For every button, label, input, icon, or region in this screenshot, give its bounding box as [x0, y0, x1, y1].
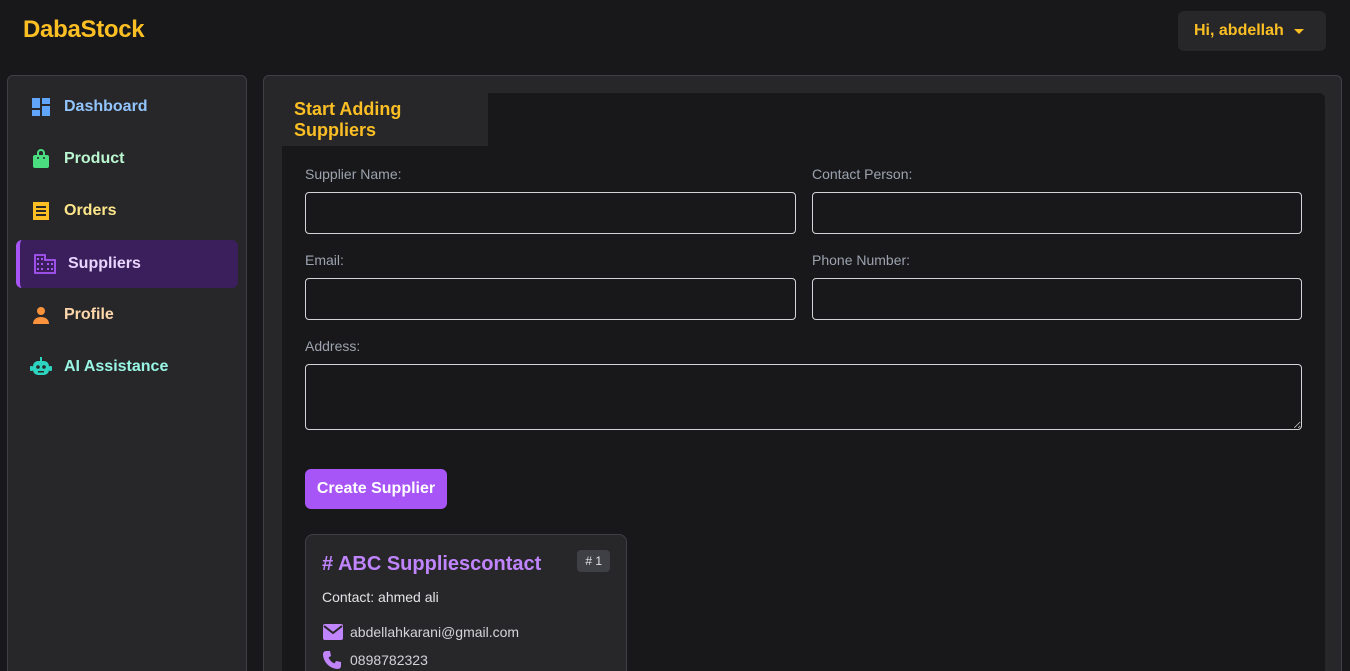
phone-number-input[interactable] — [812, 278, 1302, 320]
supplier-card-email: abdellahkarani@gmail.com — [350, 624, 520, 640]
chevron-down-icon — [1294, 29, 1304, 34]
sidebar-item-profile[interactable]: Profile — [16, 291, 238, 339]
phone-number-label: Phone Number: — [812, 252, 911, 268]
brand-logo[interactable]: DabaStock — [23, 16, 145, 44]
supplier-name-label: Supplier Name: — [305, 166, 402, 182]
create-supplier-button[interactable]: Create Supplier — [305, 469, 447, 509]
supplier-card-badge: # 1 — [577, 550, 610, 572]
sidebar-item-label: Product — [64, 150, 125, 167]
sidebar-item-label: Profile — [64, 306, 114, 323]
dashboard-icon — [30, 96, 52, 118]
contact-person-label: Contact Person: — [812, 166, 913, 182]
mail-icon — [322, 622, 344, 642]
email-label: Email: — [305, 252, 344, 268]
receipt-icon — [30, 200, 52, 222]
robot-icon — [30, 356, 52, 378]
building-icon — [34, 253, 56, 275]
supplier-card-email-row: abdellahkarani@gmail.com — [322, 622, 519, 642]
sidebar-item-product[interactable]: Product — [16, 135, 238, 183]
supplier-card-title: # ABC Suppliescontact — [322, 553, 542, 575]
sidebar-item-label: Dashboard — [64, 98, 148, 115]
user-greeting: Hi, abdellah — [1194, 22, 1284, 39]
email-input[interactable] — [305, 278, 796, 320]
supplier-card-contact: Contact: ahmed ali — [322, 589, 439, 605]
sidebar-item-ai-assistance[interactable]: AI Assistance — [16, 343, 238, 391]
person-icon — [30, 304, 52, 326]
sidebar-item-label: AI Assistance — [64, 358, 169, 375]
address-textarea[interactable] — [305, 364, 1302, 430]
supplier-card[interactable]: # ABC Suppliescontact # 1 Contact: ahmed… — [305, 534, 627, 671]
supplier-form-panel: Start Adding Suppliers Supplier Name: Co… — [282, 93, 1325, 671]
sidebar-item-label: Orders — [64, 202, 117, 219]
main-content: Start Adding Suppliers Supplier Name: Co… — [263, 75, 1342, 671]
supplier-name-input[interactable] — [305, 192, 796, 234]
supplier-card-phone-row: 0898782323 — [322, 650, 428, 670]
sidebar-item-dashboard[interactable]: Dashboard — [16, 83, 238, 131]
sidebar-item-orders[interactable]: Orders — [16, 187, 238, 235]
shopping-bag-icon — [30, 148, 52, 170]
panel-title: Start Adding Suppliers — [282, 93, 488, 146]
supplier-card-phone: 0898782323 — [350, 652, 428, 668]
user-menu-button[interactable]: Hi, abdellah — [1178, 11, 1326, 51]
contact-person-input[interactable] — [812, 192, 1302, 234]
address-label: Address: — [305, 338, 361, 354]
sidebar: Dashboard Product Orders Suppliers Profi… — [7, 75, 247, 671]
sidebar-item-label: Suppliers — [68, 255, 141, 272]
phone-icon — [322, 650, 344, 670]
sidebar-item-suppliers[interactable]: Suppliers — [16, 240, 238, 288]
